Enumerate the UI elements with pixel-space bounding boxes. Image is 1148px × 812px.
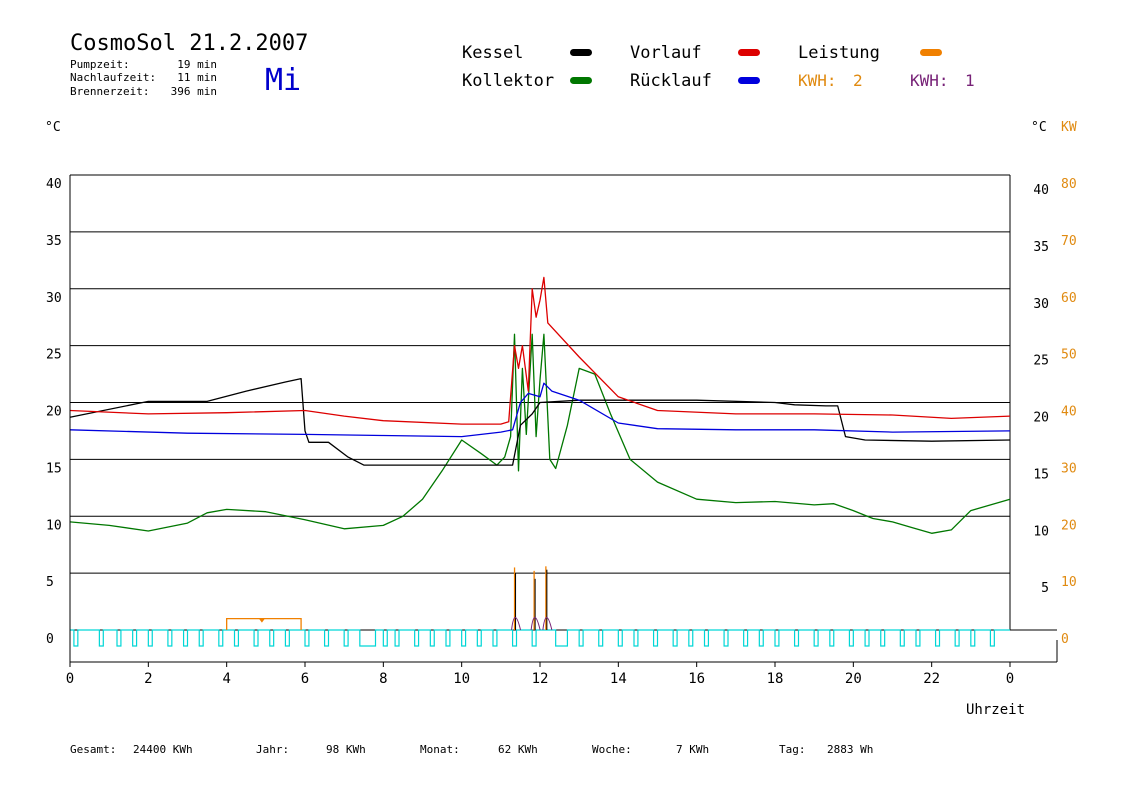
x-tick-1: 2 — [144, 671, 152, 687]
legend-vorlauf-label: Vorlauf — [630, 43, 702, 63]
chart-canvas: CosmoSol 21.2.2007 Mi Pumpzeit: 19 min N… — [45, 31, 1077, 756]
footer-jahr-value: 98 KWh — [326, 743, 366, 756]
info-nachlaufzeit-value: 11 min — [177, 71, 217, 84]
x-tick-9: 18 — [767, 671, 784, 687]
x-tick-12: 0 — [1006, 671, 1014, 687]
y-tick-kw-25: 50 — [1061, 348, 1077, 363]
x-tick-5: 10 — [453, 671, 470, 687]
legend-kollektor-label: Kollektor — [462, 71, 554, 91]
y-tick-left-5: 5 — [46, 575, 54, 590]
y-tick-right-25: 25 — [1033, 354, 1049, 369]
legend-vorlauf-swatch — [738, 49, 760, 56]
footer-totals: Gesamt: 24400 KWh Jahr: 98 KWh Monat: 62… — [70, 743, 873, 756]
x-tick-6: 12 — [532, 671, 549, 687]
footer-woche-label: Woche: — [592, 743, 632, 756]
legend-ruecklauf-label: Rücklauf — [630, 71, 712, 91]
x-tick-0: 0 — [66, 671, 74, 687]
y-tick-kw-5: 10 — [1061, 575, 1077, 590]
y-tick-kw-0: 0 — [1061, 632, 1069, 647]
footer-woche-value: 7 KWh — [676, 743, 709, 756]
y-axis-ticks: 0 0 5 5 10 10 10 20 15 15 30 20 20 40 25 25 50 30 30 60 35 35… — [46, 177, 1077, 647]
x-axis-ticks: 0 2 4 6 8 10 12 14 16 18 20 22 0 — [66, 662, 1014, 687]
y-tick-right-10: 10 — [1033, 524, 1049, 539]
grid-lines — [70, 174, 1057, 631]
y-tick-kw-35: 70 — [1061, 234, 1077, 249]
footer-jahr-label: Jahr: — [256, 743, 289, 756]
pump-status-line — [70, 629, 1010, 647]
chart-title: CosmoSol 21.2.2007 — [70, 31, 308, 56]
footer-gesamt-value: 24400 KWh — [133, 743, 193, 756]
info-brennerzeit-value: 396 min — [171, 85, 217, 98]
x-tick-10: 20 — [845, 671, 862, 687]
info-brennerzeit-label: Brennerzeit: — [70, 85, 149, 98]
info-pumpzeit-label: Pumpzeit: — [70, 58, 130, 71]
y-tick-left-20: 20 — [46, 405, 62, 420]
y-tick-right-20: 20 — [1033, 411, 1049, 426]
legend-kessel-swatch — [570, 49, 592, 56]
footer-gesamt-label: Gesamt: — [70, 743, 116, 756]
legend-kessel-label: Kessel — [462, 43, 523, 63]
legend-ruecklauf-swatch — [738, 77, 760, 84]
kwh-2-value: 2 — [853, 71, 863, 90]
footer-monat-value: 62 KWh — [498, 743, 538, 756]
temperature-series — [69, 276, 1011, 534]
leistung-marker — [258, 618, 265, 623]
x-axis-label: Uhrzeit — [966, 702, 1025, 718]
info-pumpzeit-value: 19 min — [177, 58, 217, 71]
y-tick-kw-20: 40 — [1061, 405, 1077, 420]
x-tick-11: 22 — [923, 671, 940, 687]
x-tick-4: 8 — [379, 671, 387, 687]
y-axis-kw-unit: KW — [1061, 120, 1077, 135]
x-tick-2: 4 — [222, 671, 230, 687]
legend-kollektor-swatch — [570, 77, 592, 84]
y-tick-right-30: 30 — [1033, 297, 1049, 312]
y-tick-right-15: 15 — [1033, 467, 1049, 482]
footer-tag-value: 2883 Wh — [827, 743, 873, 756]
leistung-series — [226, 566, 553, 631]
y-tick-left-35: 35 — [46, 234, 62, 249]
y-tick-kw-30: 60 — [1061, 291, 1077, 306]
y-tick-right-40: 40 — [1033, 183, 1049, 198]
y-tick-left-10: 10 — [46, 518, 62, 533]
info-nachlaufzeit-label: Nachlaufzeit: — [70, 71, 156, 84]
x-tick-8: 16 — [688, 671, 705, 687]
y-tick-kw-10: 20 — [1061, 518, 1077, 533]
weekday-label: Mi — [265, 63, 301, 98]
leistung-block — [226, 617, 302, 630]
pump-status-series — [70, 629, 1010, 647]
y-tick-kw-15: 30 — [1061, 461, 1077, 476]
kwh-2-label: KWH: — [798, 71, 837, 90]
legend-leistung-label: Leistung — [798, 43, 880, 63]
x-tick-7: 14 — [610, 671, 627, 687]
info-block: Pumpzeit: 19 min Nachlaufzeit: 11 min Br… — [70, 58, 217, 98]
y-tick-left-25: 25 — [46, 348, 62, 363]
legend-leistung-swatch — [920, 49, 942, 56]
y-axis-right-unit: °C — [1031, 120, 1047, 135]
y-tick-right-35: 35 — [1033, 240, 1049, 255]
y-tick-right-5: 5 — [1041, 581, 1049, 596]
footer-monat-label: Monat: — [420, 743, 460, 756]
y-tick-left-40: 40 — [46, 177, 62, 192]
footer-tag-label: Tag: — [779, 743, 806, 756]
series-kessel-line — [69, 377, 1011, 466]
y-tick-kw-40: 80 — [1061, 177, 1077, 192]
series-ruecklauf-line — [69, 382, 1011, 438]
y-tick-left-0: 0 — [46, 632, 54, 647]
kwh-1-value: 1 — [965, 71, 975, 90]
y-tick-left-30: 30 — [46, 291, 62, 306]
x-tick-3: 6 — [301, 671, 309, 687]
y-axis-left-unit: °C — [45, 120, 61, 135]
y-tick-left-15: 15 — [46, 461, 62, 476]
kwh-1-label: KWH: — [910, 71, 949, 90]
legend: Kessel Vorlauf Leistung Kollektor Rückla… — [462, 43, 975, 91]
